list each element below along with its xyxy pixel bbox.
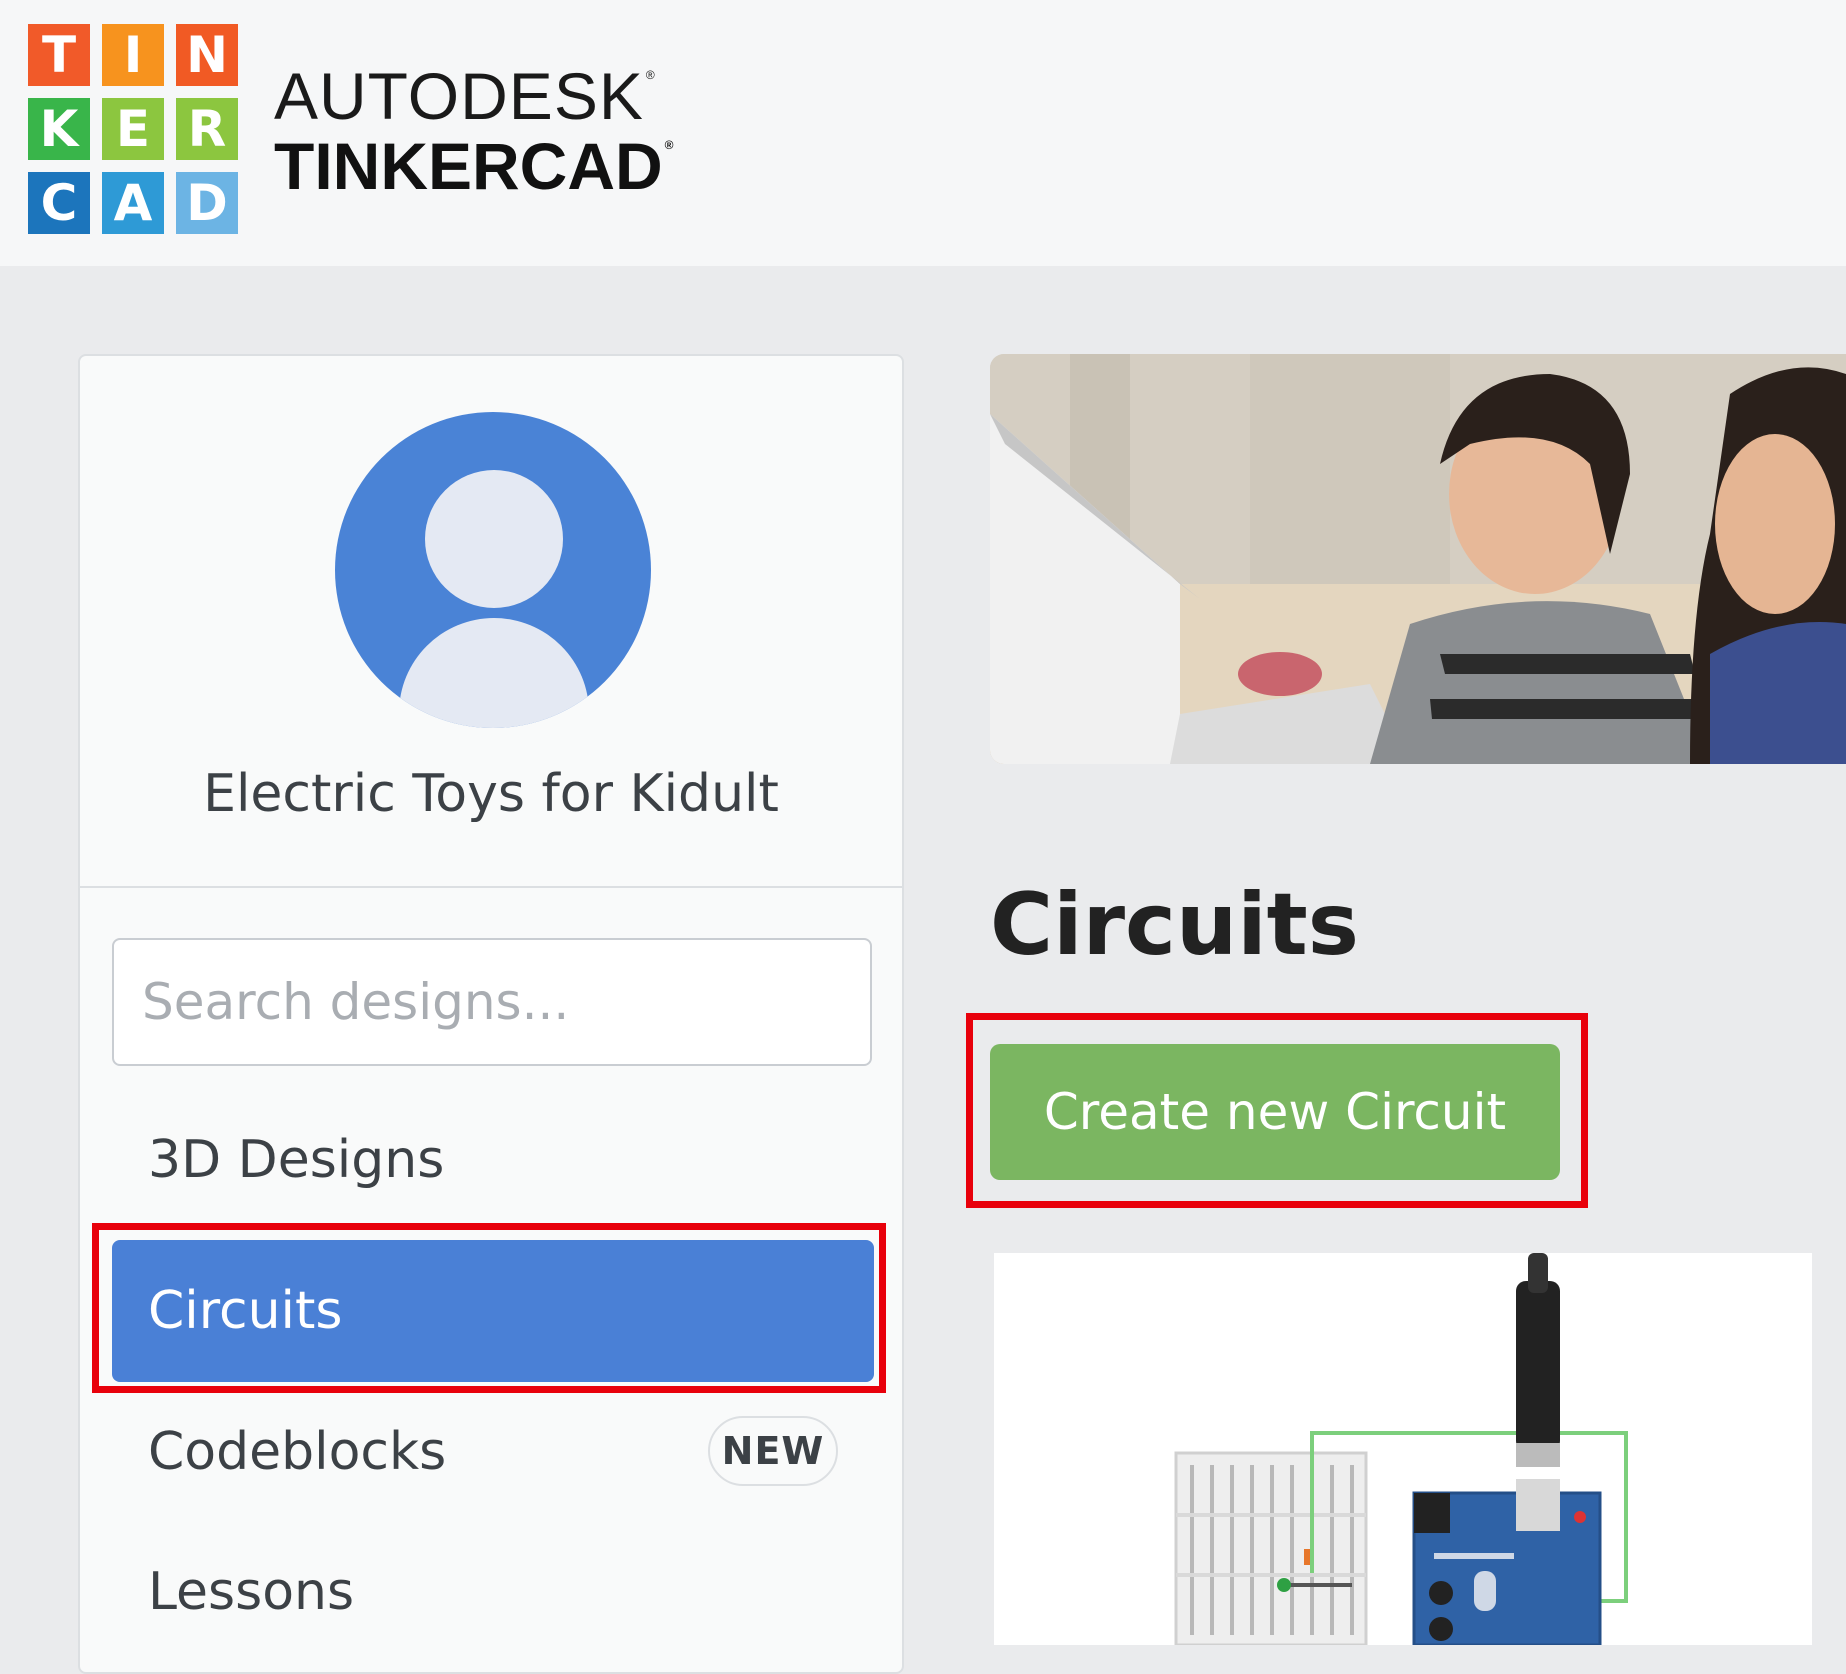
- sidebar: Electric Toys for Kidult 3D Designs Circ…: [78, 354, 904, 1674]
- logo-tile: C: [28, 172, 90, 234]
- brand-tinkercad: TINKERCAD ®: [274, 129, 674, 203]
- sidebar-item-label: Codeblocks: [148, 1422, 447, 1482]
- sidebar-item-label: Lessons: [148, 1562, 355, 1622]
- page-title: Circuits: [990, 875, 1359, 975]
- logo-tile: R: [176, 98, 238, 160]
- logo-tile: N: [176, 24, 238, 86]
- search-input[interactable]: [112, 938, 872, 1066]
- logo-tile: I: [102, 24, 164, 86]
- avatar-head-shape: [425, 470, 563, 608]
- highlight-box-circuits-nav: [92, 1223, 886, 1393]
- hero-image: [990, 354, 1846, 764]
- logo-tile: D: [176, 172, 238, 234]
- circuit-design-card[interactable]: [994, 1253, 1812, 1647]
- sidebar-item-3d-designs[interactable]: 3D Designs: [112, 1090, 874, 1230]
- logo-tile: E: [102, 98, 164, 160]
- hero-photo: [990, 354, 1846, 764]
- logo-tile: A: [102, 172, 164, 234]
- top-bar: T I N K E R C A D AUTODESK ® TINKERCAD ®: [0, 0, 1846, 266]
- circuit-thumbnail: [1174, 1253, 1628, 1647]
- divider: [80, 886, 902, 888]
- sidebar-item-lessons[interactable]: Lessons: [112, 1522, 874, 1662]
- sidebar-item-codeblocks[interactable]: Codeblocks NEW: [112, 1382, 874, 1522]
- logo-tile: T: [28, 24, 90, 86]
- sidebar-item-label: 3D Designs: [148, 1130, 445, 1190]
- tinkercad-logo[interactable]: T I N K E R C A D: [28, 24, 238, 234]
- avatar-body-shape: [399, 618, 589, 728]
- profile-name[interactable]: Electric Toys for Kidult: [80, 764, 902, 824]
- highlight-box-create-button: [966, 1013, 1588, 1208]
- brand-autodesk: AUTODESK ®: [274, 59, 656, 133]
- new-badge: NEW: [708, 1416, 838, 1486]
- logo-tile: K: [28, 98, 90, 160]
- avatar[interactable]: [335, 412, 651, 728]
